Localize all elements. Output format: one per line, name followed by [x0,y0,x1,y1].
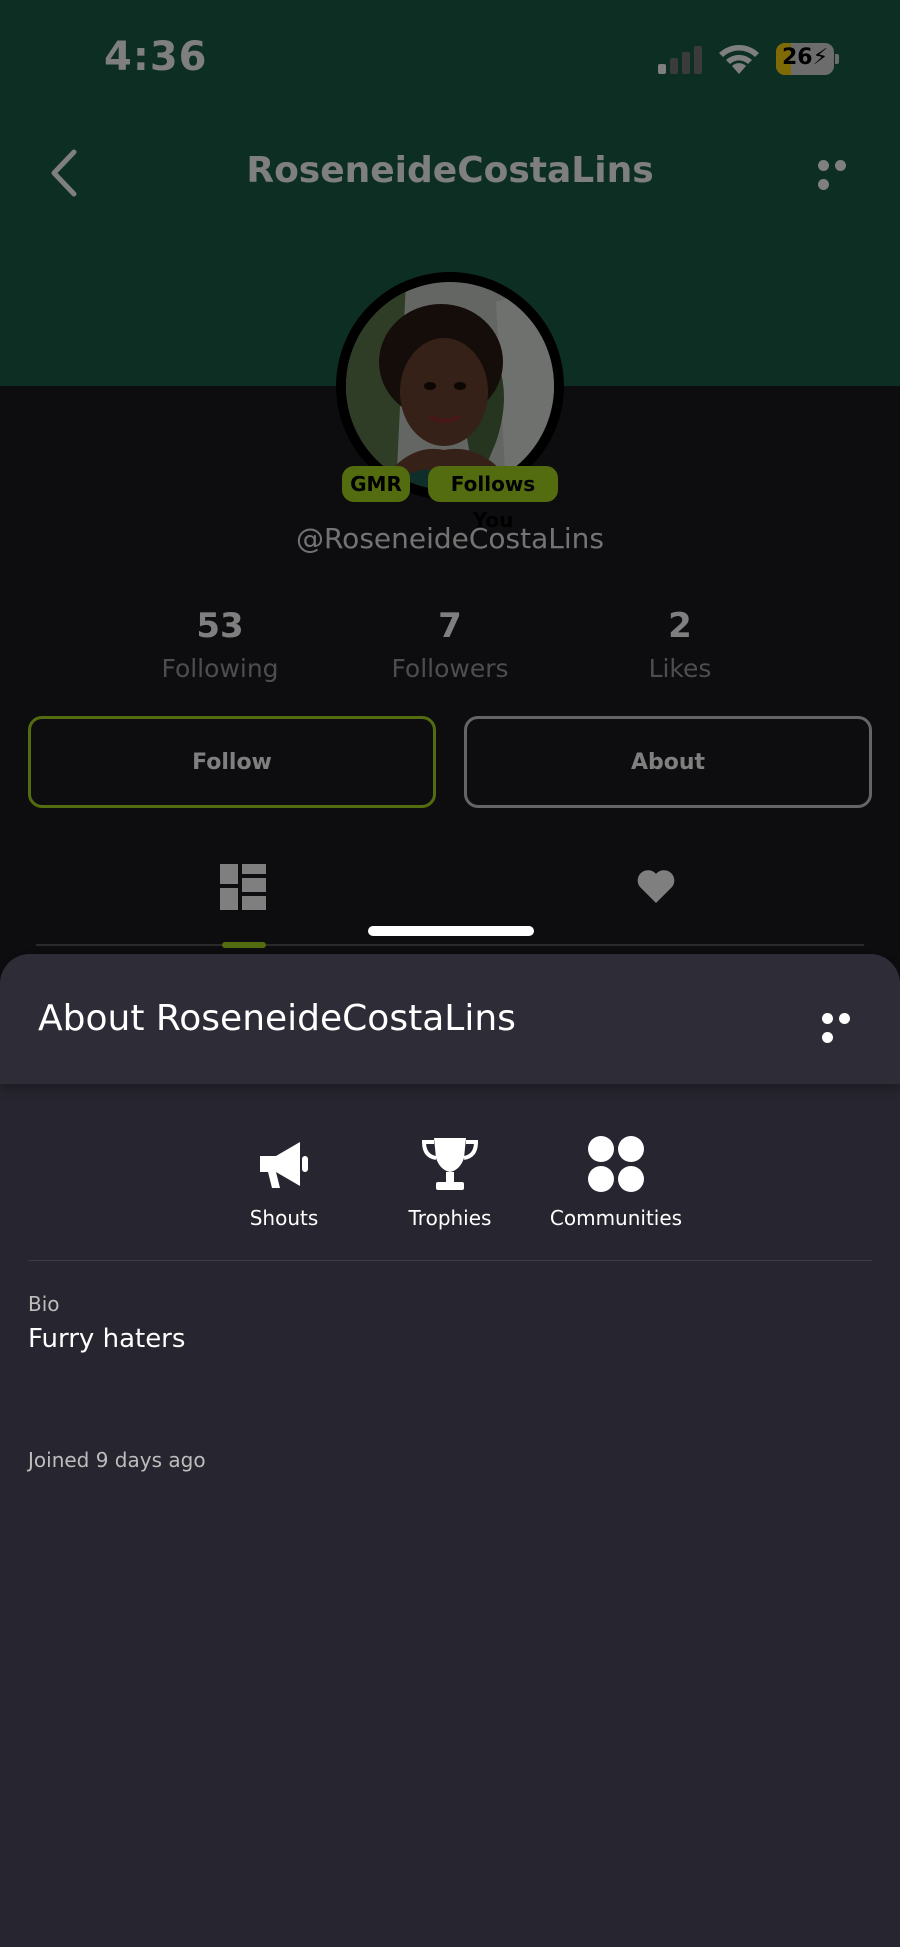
sheet-more-options-icon[interactable] [822,1009,872,1043]
communities-button[interactable]: Communities [531,1134,701,1230]
divider [28,1260,872,1261]
joined-date: Joined 9 days ago [28,1448,206,1472]
action-label: Shouts [249,1206,319,1230]
bio-label: Bio [28,1292,60,1316]
sheet-header: About RoseneideCostaLins [0,954,900,1084]
shouts-button[interactable]: Shouts [199,1134,369,1230]
action-label: Trophies [408,1206,492,1230]
trophies-button[interactable]: Trophies [365,1134,535,1230]
about-sheet: About RoseneideCostaLins Shouts Trophies… [0,954,900,1947]
communities-icon [588,1136,644,1192]
sheet-title: About RoseneideCostaLins [38,998,516,1039]
bio-text: Furry haters [28,1324,186,1354]
trophy-icon [421,1138,479,1190]
sheet-grabber[interactable] [368,926,534,936]
megaphone-icon [260,1142,308,1188]
action-label: Communities [549,1206,683,1230]
